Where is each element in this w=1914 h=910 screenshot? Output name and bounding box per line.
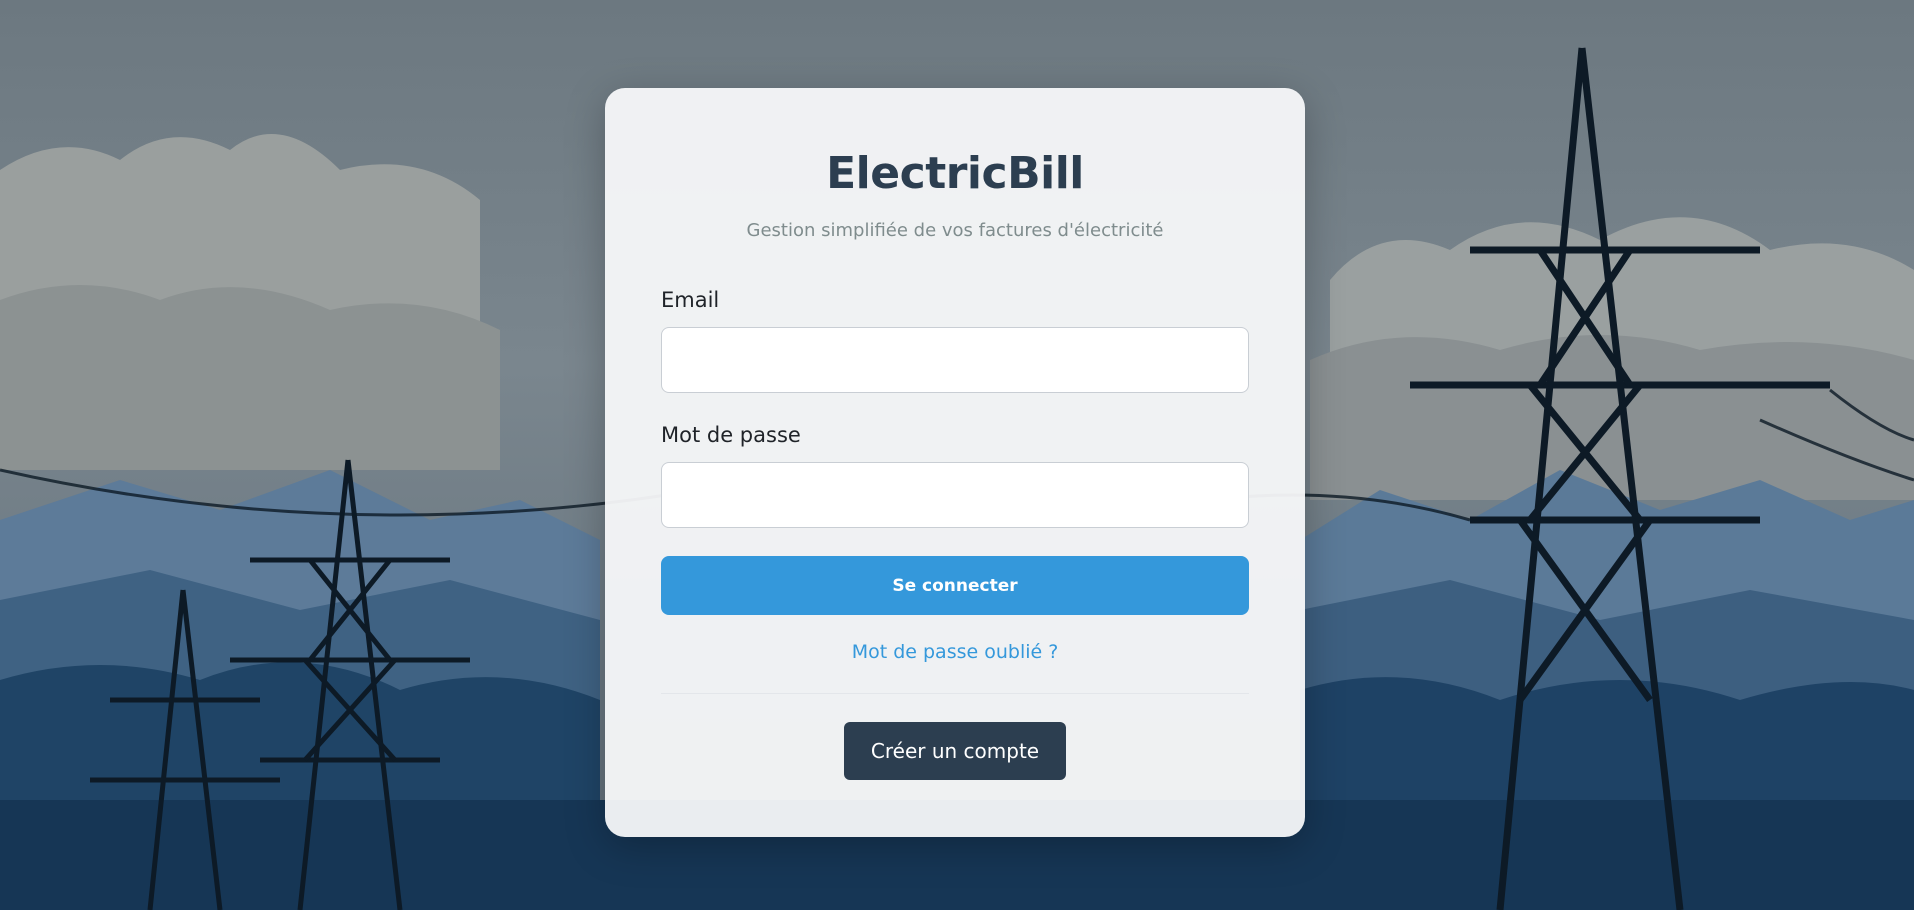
app-title: ElectricBill <box>826 148 1084 199</box>
app-subtitle: Gestion simplifiée de vos factures d'éle… <box>746 220 1164 241</box>
email-label: Email <box>661 288 720 312</box>
create-account-button[interactable]: Créer un compte <box>844 722 1066 780</box>
login-button[interactable]: Se connecter <box>661 556 1249 615</box>
login-card: ElectricBill Gestion simplifiée de vos f… <box>605 88 1305 837</box>
password-label: Mot de passe <box>661 423 801 447</box>
forgot-password-link[interactable]: Mot de passe oublié ? <box>605 641 1305 663</box>
divider <box>661 693 1249 694</box>
email-field[interactable] <box>661 327 1249 393</box>
login-page: ElectricBill Gestion simplifiée de vos f… <box>0 0 1914 910</box>
password-field[interactable] <box>661 462 1249 528</box>
